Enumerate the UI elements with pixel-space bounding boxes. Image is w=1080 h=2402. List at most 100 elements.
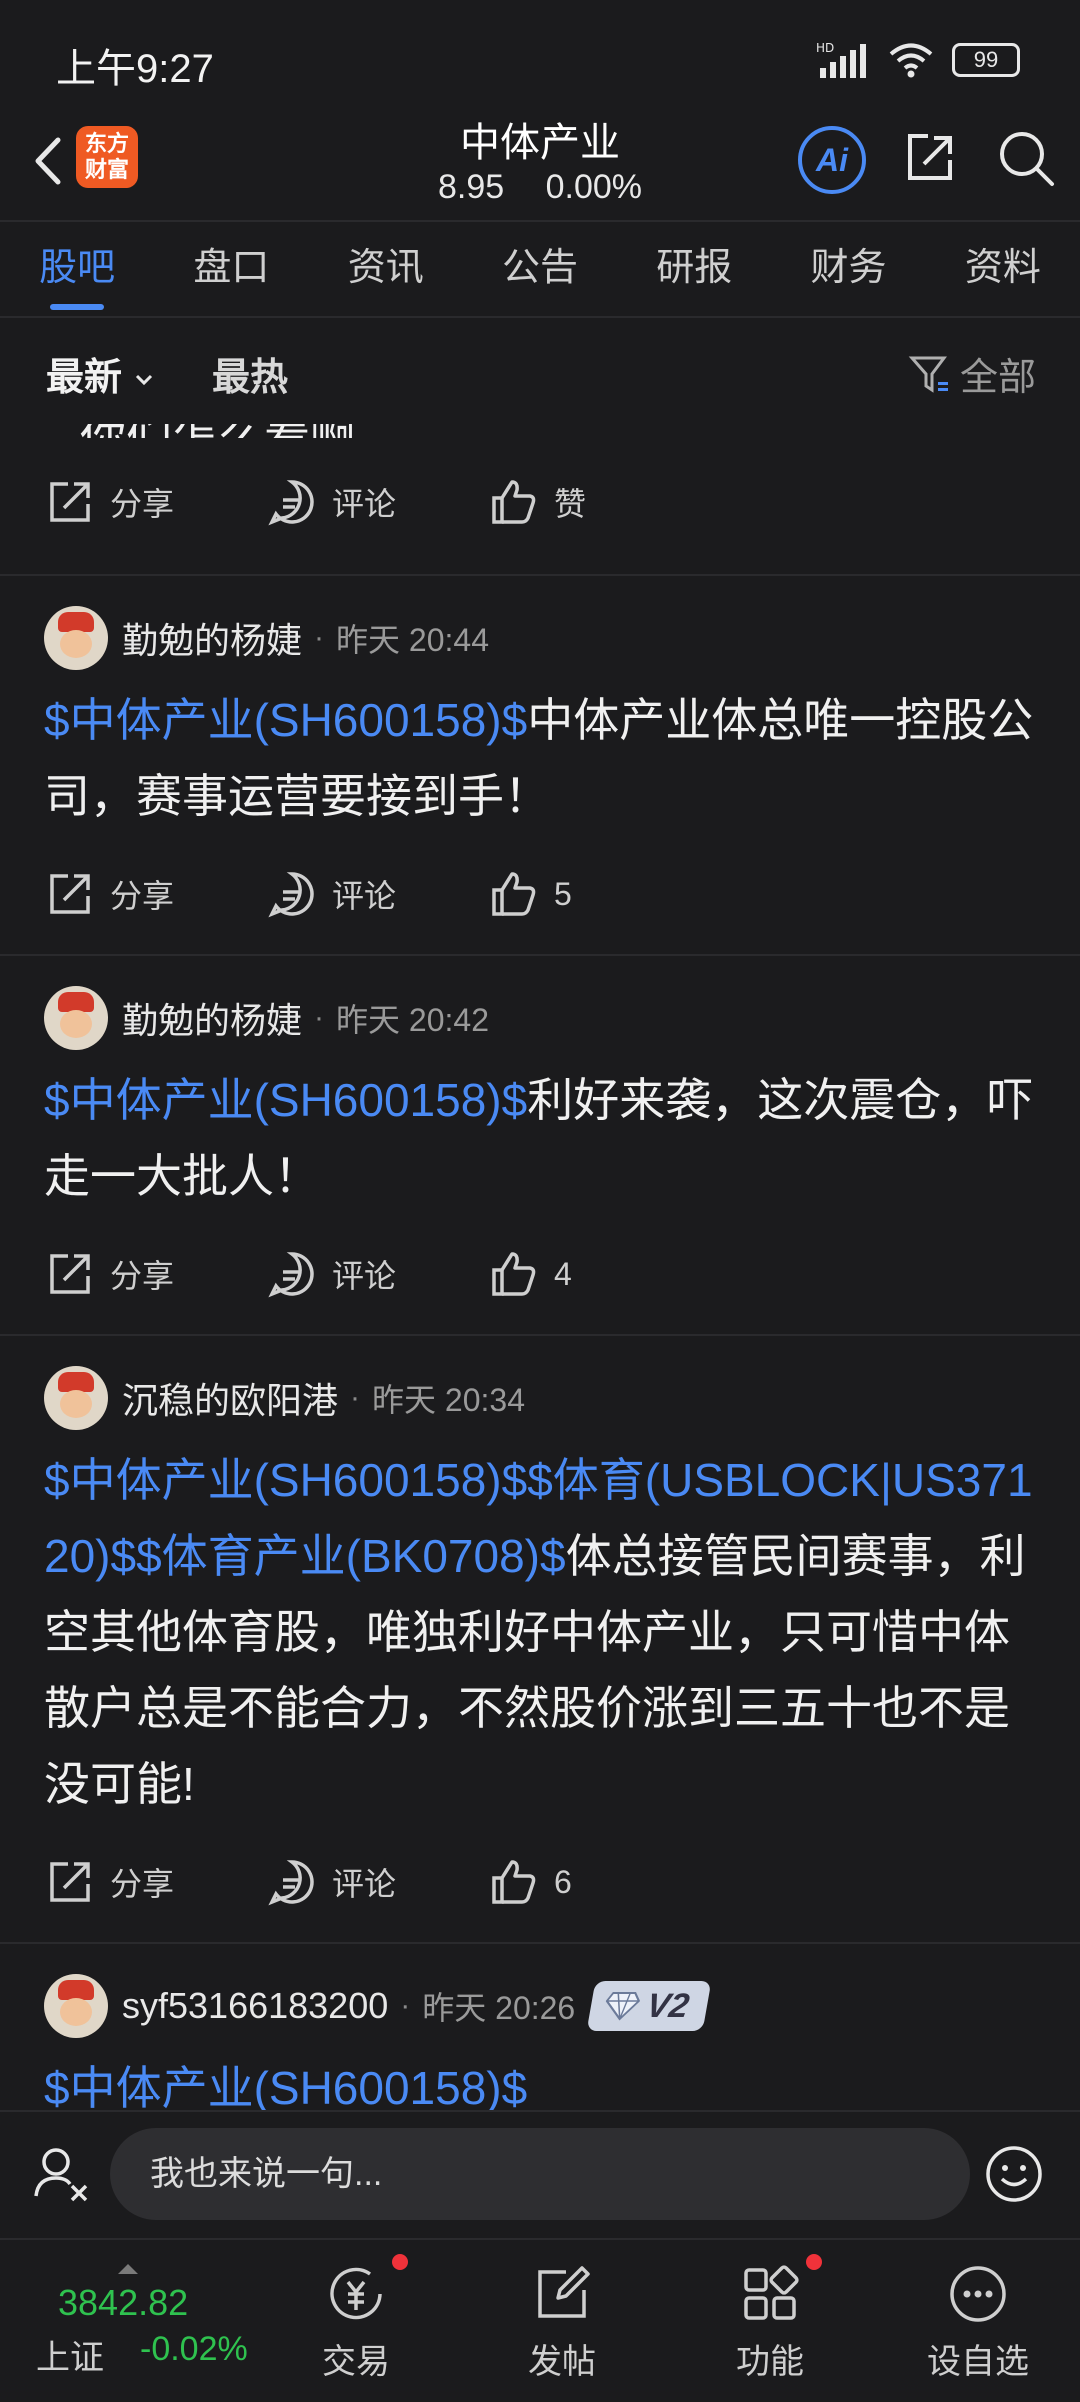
- share-button[interactable]: 分享: [44, 1248, 266, 1300]
- post-item[interactable]: 勤勉的杨婕 · 昨天 20:42 $中体产业(SH600158)$利好来袭，这次…: [0, 956, 1080, 1336]
- emoji-icon[interactable]: [984, 2144, 1044, 2204]
- stock-tag-link[interactable]: $中体产业(SH600158)$: [44, 694, 527, 746]
- status-bar: 上午9:27 HD 99: [0, 0, 1080, 110]
- nav-add-watchlist-label: 设自选: [927, 2343, 1029, 2381]
- post-feed[interactable]: 你们怎么看啊 分享 评论 赞 勤勉的杨婕 · 昨天 20:44 $中体产业(SH…: [0, 424, 1080, 2110]
- post-time: 昨天 20:42: [336, 1002, 489, 1038]
- nav-trade[interactable]: 交易: [276, 2240, 436, 2400]
- anonymous-user-icon[interactable]: [30, 2142, 94, 2206]
- market-index[interactable]: 3842.82 上证 -0.02%: [36, 2260, 266, 2390]
- search-icon[interactable]: [996, 128, 1056, 188]
- author-name[interactable]: 勤勉的杨婕: [122, 612, 302, 664]
- comment-input[interactable]: 我也来说一句...: [110, 2128, 970, 2220]
- section-tabs: 股吧 盘口 资讯 公告 研报 财务 资料: [0, 220, 1080, 318]
- tab-pankou[interactable]: 盘口: [154, 222, 308, 316]
- comment-label: 评论: [332, 486, 397, 522]
- status-time: 上午9:27: [56, 47, 214, 91]
- tab-research[interactable]: 研报: [617, 222, 771, 316]
- avatar[interactable]: [44, 1366, 108, 1430]
- stock-tag-link[interactable]: $中体产业(SH600158)$: [44, 1074, 527, 1126]
- badge-label: V2: [643, 1987, 693, 2025]
- post-author-row: 沉稳的欧阳港 · 昨天 20:34: [0, 1336, 1080, 1432]
- filter-button[interactable]: 全部: [908, 346, 1036, 401]
- post-item[interactable]: 沉稳的欧阳港 · 昨天 20:34 $中体产业(SH600158)$$体育(US…: [0, 1336, 1080, 1944]
- sort-newest[interactable]: 最新: [46, 346, 155, 401]
- separator-dot: ·: [314, 621, 325, 654]
- tab-news[interactable]: 资讯: [309, 222, 463, 316]
- status-icons: HD 99: [816, 40, 1020, 80]
- avatar[interactable]: [44, 606, 108, 670]
- level-badge: V2: [586, 1981, 712, 2031]
- post-item[interactable]: 你们怎么看啊 分享 评论 赞: [0, 424, 1080, 576]
- share-label: 分享: [110, 1258, 175, 1294]
- caret-up-icon: [118, 2264, 138, 2274]
- share-icon: [50, 482, 90, 522]
- post-author-row: 勤勉的杨婕 · 昨天 20:42: [0, 956, 1080, 1052]
- author-name[interactable]: syf53166183200: [122, 1985, 388, 2027]
- sort-newest-label: 最新: [46, 357, 123, 399]
- nav-features-label: 功能: [736, 2343, 804, 2381]
- post-actions: 分享 评论 6: [0, 1822, 1080, 1942]
- nav-features[interactable]: 功能: [690, 2240, 850, 2400]
- stock-tag-link[interactable]: $中体产业(SH600158)$: [44, 2062, 527, 2110]
- comment-label: 评论: [332, 1866, 397, 1902]
- like-button[interactable]: 6: [488, 1856, 710, 1908]
- post-actions: 分享 评论 赞: [0, 424, 1080, 562]
- like-label: 赞: [554, 486, 587, 522]
- share-button[interactable]: 分享: [44, 868, 266, 920]
- post-item[interactable]: syf53166183200 · 昨天 20:26 V2 $中体产业(SH600…: [0, 1944, 1080, 2110]
- post-text[interactable]: $中体产业(SH600158)$$体育(USBLOCK|US37120)$$体育…: [0, 1432, 1080, 1822]
- post-item[interactable]: 勤勉的杨婕 · 昨天 20:44 $中体产业(SH600158)$中体产业体总唯…: [0, 576, 1080, 956]
- chevron-down-icon: [135, 374, 152, 386]
- post-text[interactable]: $中体产业(SH600158)$利好来袭，这次震仓，吓走一大批人！: [0, 1052, 1080, 1214]
- index-name: 上证: [36, 2339, 104, 2377]
- tab-announcements[interactable]: 公告: [463, 222, 617, 316]
- signal-icon: HD: [816, 41, 866, 78]
- post-author-row: syf53166183200 · 昨天 20:26 V2: [0, 1944, 1080, 2040]
- comment-label: 评论: [332, 878, 397, 914]
- wifi-icon: [889, 43, 933, 78]
- post-text[interactable]: $中体产业(SH600158)$: [0, 2040, 1080, 2110]
- trade-icon: [330, 2267, 382, 2320]
- comment-button[interactable]: 评论: [266, 476, 488, 528]
- avatar[interactable]: [44, 986, 108, 1050]
- like-count: 6: [554, 1863, 572, 1900]
- comment-button[interactable]: 评论: [266, 1856, 488, 1908]
- share-button[interactable]: 分享: [44, 1856, 266, 1908]
- filter-label: 全部: [959, 357, 1036, 399]
- share-icon[interactable]: [900, 128, 960, 188]
- share-label: 分享: [110, 486, 175, 522]
- post-text[interactable]: $中体产业(SH600158)$中体产业体总唯一控股公司，赛事运营要接到手！: [0, 672, 1080, 834]
- post-time: 昨天 20:26: [422, 1990, 576, 2026]
- nav-compose-label: 发帖: [528, 2343, 596, 2381]
- comment-button[interactable]: 评论: [266, 868, 488, 920]
- tab-guba[interactable]: 股吧: [0, 222, 154, 316]
- thumbs-up-icon: [492, 872, 536, 916]
- comment-button[interactable]: 评论: [266, 1248, 488, 1300]
- index-change: -0.02%: [140, 2330, 248, 2368]
- post-actions: 分享 评论 4: [0, 1214, 1080, 1334]
- separator-dot: ·: [314, 1001, 325, 1034]
- ai-button[interactable]: Ai: [798, 126, 866, 194]
- tab-finance[interactable]: 财务: [771, 222, 925, 316]
- notification-dot: [392, 2254, 408, 2270]
- like-button[interactable]: 赞: [488, 476, 710, 528]
- nav-compose[interactable]: 发帖: [482, 2240, 642, 2400]
- post-actions: 分享 评论 5: [0, 834, 1080, 954]
- author-name[interactable]: 勤勉的杨婕: [122, 992, 302, 1044]
- notification-dot: [806, 2254, 822, 2270]
- nav-add-watchlist[interactable]: 设自选: [898, 2240, 1058, 2400]
- post-time: 昨天 20:44: [336, 622, 489, 658]
- like-button[interactable]: 5: [488, 868, 710, 920]
- share-button[interactable]: 分享: [44, 476, 266, 528]
- bottom-nav: 3842.82 上证 -0.02% 交易 发帖 功能 设自选: [0, 2238, 1080, 2402]
- tab-profile[interactable]: 资料: [926, 222, 1080, 316]
- comment-icon: [268, 1860, 314, 1906]
- network-label: HD: [816, 41, 834, 55]
- like-button[interactable]: 4: [488, 1248, 710, 1300]
- author-name[interactable]: 沉稳的欧阳港: [122, 1372, 338, 1424]
- stock-price: 8.95: [437, 168, 505, 206]
- avatar[interactable]: [44, 1974, 108, 2038]
- post-time: 昨天 20:34: [372, 1382, 525, 1418]
- sort-hottest[interactable]: 最热: [212, 346, 288, 401]
